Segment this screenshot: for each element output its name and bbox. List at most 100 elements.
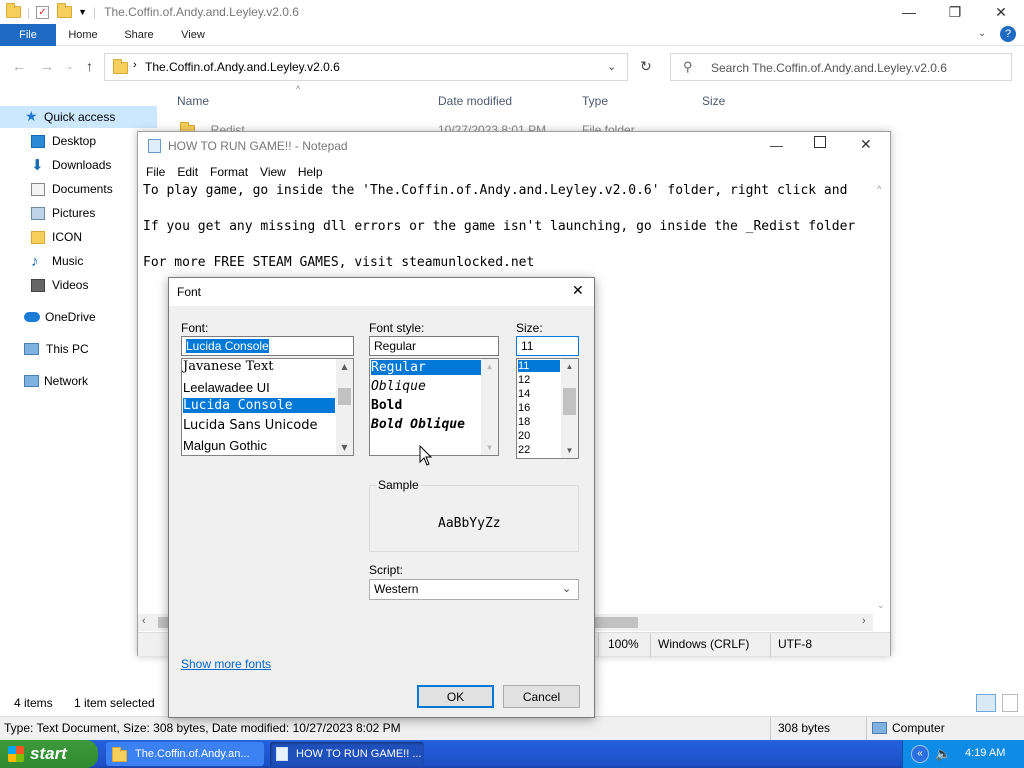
size-list-item[interactable]: 18 xyxy=(518,416,530,428)
refresh-icon[interactable]: ↻ xyxy=(640,58,652,75)
show-more-fonts-link[interactable]: Show more fonts xyxy=(181,657,271,671)
scroll-thumb[interactable] xyxy=(563,388,576,415)
font-list-item[interactable]: Lucida Sans Unicode xyxy=(183,418,317,433)
nav-onedrive[interactable]: OneDrive xyxy=(0,306,157,328)
scroll-down-icon[interactable]: ⌄ xyxy=(877,600,885,611)
nav-music[interactable]: ♪ Music xyxy=(0,250,157,272)
scroll-thumb[interactable] xyxy=(338,388,351,405)
scroll-up-icon[interactable]: ▲ xyxy=(336,362,353,371)
scroll-down-icon[interactable]: ▼ xyxy=(481,443,498,452)
minimize-icon[interactable]: — xyxy=(770,138,783,153)
size-list[interactable]: 11 12 14 16 18 20 22 ▲ ▼ xyxy=(516,358,579,459)
scroll-down-icon[interactable]: ▼ xyxy=(336,443,353,452)
font-list-item-selected[interactable]: Lucida Console xyxy=(183,398,335,413)
size-list-item[interactable]: 22 xyxy=(518,444,530,456)
tab-share[interactable]: Share xyxy=(114,24,164,46)
back-icon[interactable]: ← xyxy=(12,58,26,74)
style-list-item-selected[interactable]: Regular xyxy=(371,360,481,375)
font-list-item[interactable]: Malgun Gothic xyxy=(183,438,267,453)
column-type[interactable]: Type xyxy=(582,94,608,108)
details-view-icon[interactable] xyxy=(976,694,996,712)
nav-quick-access[interactable]: ★ Quick access xyxy=(0,106,157,128)
volume-icon[interactable]: 🔈 xyxy=(935,746,951,762)
properties-icon[interactable]: ✓ xyxy=(36,5,50,19)
scroll-up-icon[interactable]: ^ xyxy=(877,184,881,194)
font-list-scrollbar[interactable]: ▲ ▼ xyxy=(336,359,353,455)
tab-file[interactable]: File xyxy=(0,24,56,46)
search-input[interactable]: ⚲ Search The.Coffin.of.Andy.and.Leyley.v… xyxy=(670,53,1012,81)
mouse-cursor-icon xyxy=(419,445,432,466)
size-input[interactable]: 11 xyxy=(516,336,579,356)
minimize-icon[interactable]: — xyxy=(886,0,932,24)
expand-ribbon-icon[interactable]: ⌄ xyxy=(978,28,986,39)
scroll-up-icon[interactable]: ▲ xyxy=(481,362,498,371)
clock[interactable]: 4:19 AM xyxy=(965,747,1005,759)
style-list-item[interactable]: Bold Oblique xyxy=(371,417,465,432)
column-size[interactable]: Size xyxy=(702,94,725,108)
size-list-item[interactable]: 14 xyxy=(518,388,530,400)
forward-icon[interactable]: → xyxy=(40,58,54,74)
font-name-input[interactable]: Lucida Console xyxy=(181,336,354,356)
show-hidden-icons-icon[interactable]: « xyxy=(911,745,929,763)
menu-file[interactable]: File xyxy=(146,165,165,179)
address-bar[interactable]: › The.Coffin.of.Andy.and.Leyley.v2.0.6 ⌄ xyxy=(104,53,628,81)
close-icon[interactable]: ✕ xyxy=(860,136,872,153)
script-select[interactable]: Western ⌄ xyxy=(369,579,579,600)
scroll-up-icon[interactable]: ▲ xyxy=(561,362,578,371)
large-icons-view-icon[interactable] xyxy=(1002,694,1018,712)
size-list-scrollbar[interactable]: ▲ ▼ xyxy=(561,359,578,458)
column-name[interactable]: Name xyxy=(177,94,209,108)
start-button[interactable]: start xyxy=(0,740,98,768)
nav-documents[interactable]: Documents xyxy=(0,178,157,200)
style-list-item[interactable]: Oblique xyxy=(371,379,426,394)
font-list-item[interactable]: Leelawadee UI xyxy=(183,380,270,395)
nav-this-pc[interactable]: This PC xyxy=(0,338,157,360)
close-icon[interactable]: ✕ xyxy=(978,0,1024,24)
nav-pictures[interactable]: Pictures xyxy=(0,202,157,224)
menu-edit[interactable]: Edit xyxy=(177,165,198,179)
column-date-modified[interactable]: Date modified xyxy=(438,94,512,108)
vertical-scrollbar[interactable]: ^ ⌄ xyxy=(873,182,890,614)
font-style-input[interactable]: Regular xyxy=(369,336,499,356)
new-folder-icon[interactable] xyxy=(57,3,73,18)
menu-view[interactable]: View xyxy=(260,165,286,179)
nav-network[interactable]: Network xyxy=(0,370,157,392)
size-list-item[interactable]: 20 xyxy=(518,430,530,442)
notepad-titlebar[interactable]: HOW TO RUN GAME!! - Notepad — ✕ xyxy=(138,132,890,160)
up-icon[interactable]: ↑ xyxy=(86,58,93,74)
cancel-button[interactable]: Cancel xyxy=(503,685,580,708)
taskbar-item-notepad[interactable]: HOW TO RUN GAME!! ... xyxy=(270,742,424,766)
nav-downloads[interactable]: ⬇ Downloads xyxy=(0,154,157,176)
menu-format[interactable]: Format xyxy=(210,165,248,179)
nav-desktop[interactable]: Desktop xyxy=(0,130,157,152)
size-list-item-selected[interactable]: 11 xyxy=(518,360,560,372)
close-icon[interactable]: ✕ xyxy=(572,283,584,299)
scroll-left-icon[interactable]: ‹ xyxy=(142,615,146,627)
desktop-icon xyxy=(31,134,45,148)
nav-videos[interactable]: Videos xyxy=(0,274,157,296)
nav-icon-folder[interactable]: ICON xyxy=(0,226,157,248)
style-list-item[interactable]: Bold xyxy=(371,398,402,413)
ok-button[interactable]: OK xyxy=(417,685,494,708)
menu-help[interactable]: Help xyxy=(298,165,323,179)
font-style-list[interactable]: Regular Oblique Bold Bold Oblique ▲ ▼ xyxy=(369,358,499,456)
customize-quick-access-icon[interactable]: ▼ xyxy=(78,7,87,17)
tab-home[interactable]: Home xyxy=(60,24,106,46)
font-dialog-titlebar[interactable]: Font ✕ xyxy=(169,278,594,306)
font-list-item[interactable]: Javanese Text xyxy=(183,359,274,374)
explorer-titlebar[interactable]: | ✓ ▼ | The.Coffin.of.Andy.and.Leyley.v2… xyxy=(0,0,1024,24)
help-icon[interactable]: ? xyxy=(1000,26,1016,42)
recent-locations-icon[interactable]: ⌄ xyxy=(66,61,74,72)
address-dropdown-icon[interactable]: ⌄ xyxy=(607,60,616,73)
scroll-right-icon[interactable]: › xyxy=(862,615,866,627)
scroll-down-icon[interactable]: ▼ xyxy=(561,446,578,455)
tab-view[interactable]: View xyxy=(172,24,214,46)
restore-icon[interactable]: ❐ xyxy=(932,0,978,24)
font-list[interactable]: Javanese Text Leelawadee UI Lucida Conso… xyxy=(181,358,354,456)
size-list-item[interactable]: 12 xyxy=(518,374,530,386)
taskbar-item-explorer[interactable]: The.Coffin.of.Andy.an... xyxy=(106,742,264,766)
size-list-item[interactable]: 16 xyxy=(518,402,530,414)
maximize-icon[interactable] xyxy=(814,136,826,148)
style-list-scrollbar[interactable]: ▲ ▼ xyxy=(481,359,498,455)
text-line: To play game, go inside the 'The.Coffin.… xyxy=(143,183,848,198)
